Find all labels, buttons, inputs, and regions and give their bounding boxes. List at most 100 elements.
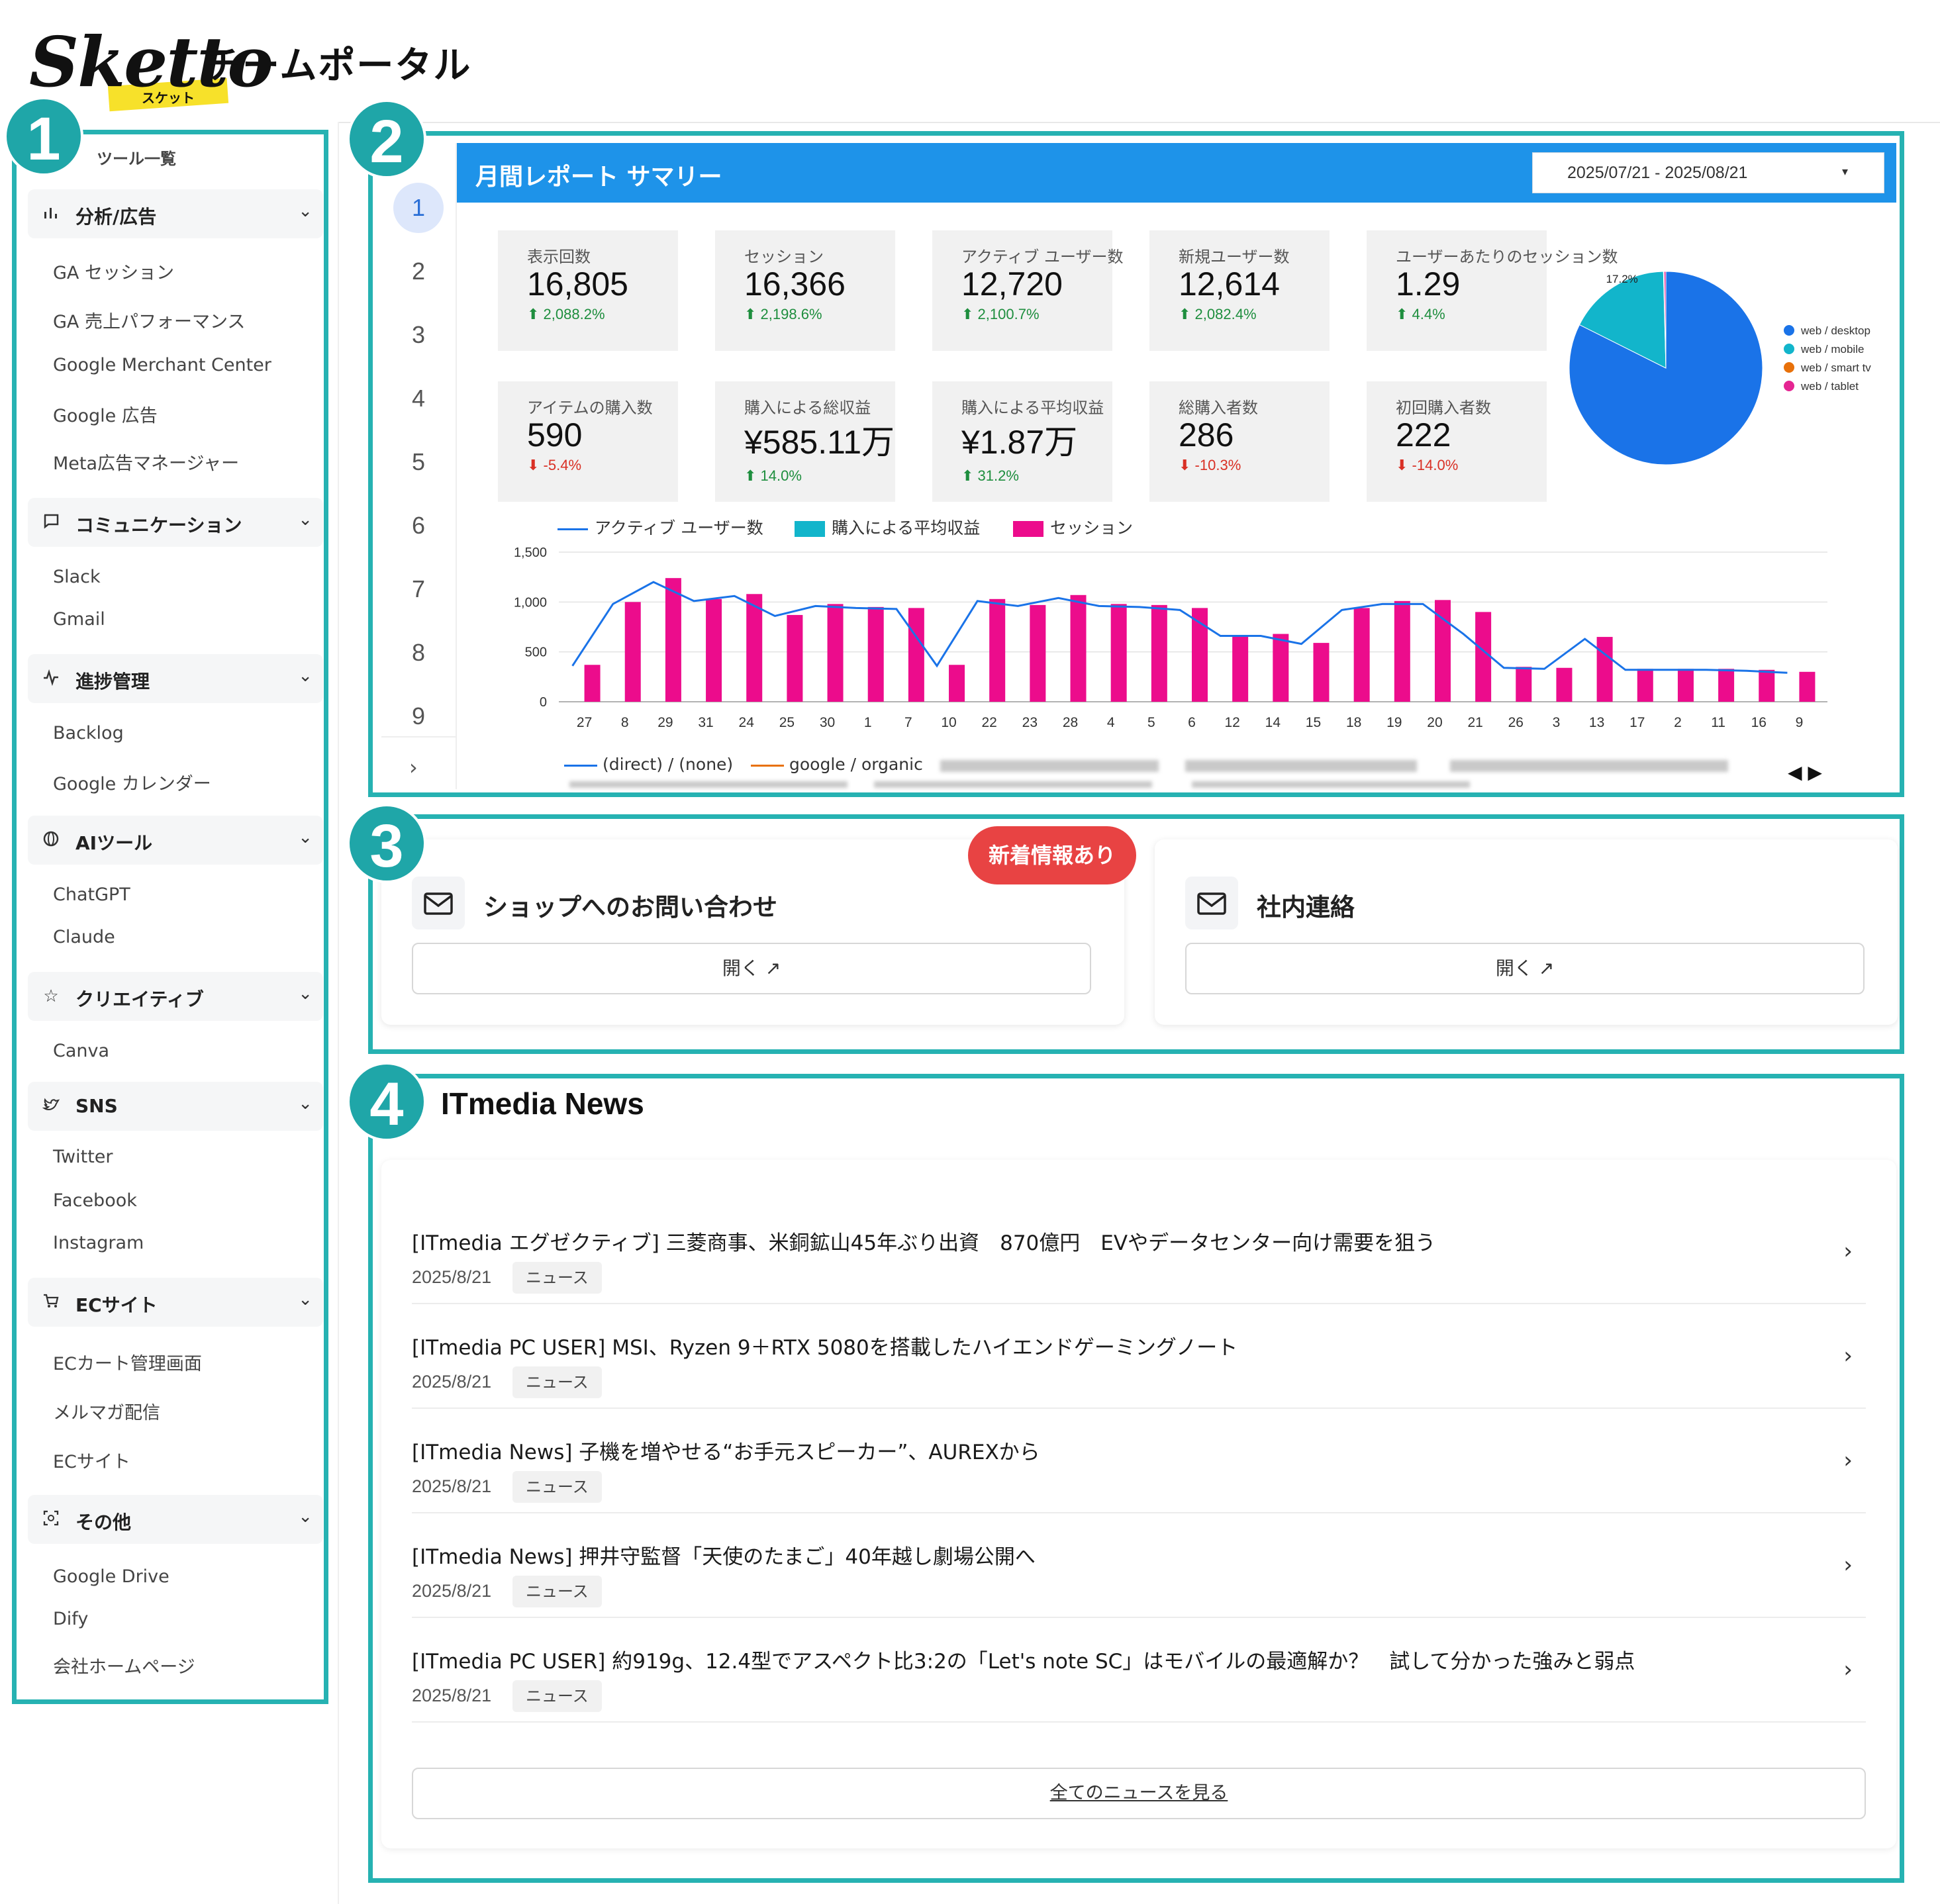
- x-tick-label: 28: [1063, 715, 1078, 730]
- sidebar-item-ga-session[interactable]: GA セッション: [53, 258, 174, 284]
- session-bar: [1151, 604, 1167, 702]
- sidebar-category-analytics[interactable]: 分析/広告 ⌄: [28, 189, 323, 238]
- news-headline[interactable]: [ITmedia News] 子機を増やせる“お手元スピーカー”、AUREXから: [412, 1435, 1040, 1465]
- x-tick-label: 3: [1553, 715, 1561, 730]
- sidebar-item-google-drive[interactable]: Google Drive: [53, 1566, 170, 1587]
- news-headline[interactable]: [ITmedia PC USER] 約919g、12.4型でアスペクト比3:2の…: [412, 1644, 1635, 1674]
- y-tick-label: 1,000: [514, 595, 547, 610]
- open-internal-contact-button[interactable]: 開く ↗: [1185, 943, 1865, 994]
- chevron-right-icon[interactable]: ›: [1843, 1656, 1853, 1683]
- bar-chart-icon: [41, 204, 61, 224]
- page-button-7[interactable]: 7: [393, 564, 444, 614]
- chat-bubble-icon: [41, 512, 61, 532]
- news-item[interactable]: [ITmedia News] 押井守監督「天使のたまご」40年越し劇場公開へ 2…: [412, 1513, 1866, 1618]
- kpi-tile: アイテムの購入数 590 ⬇ -5.4%: [498, 381, 678, 502]
- page-button-4[interactable]: 4: [393, 373, 444, 424]
- chevron-right-icon[interactable]: ›: [1843, 1238, 1853, 1264]
- news-headline[interactable]: [ITmedia News] 押井守監督「天使のたまご」40年越し劇場公開へ: [412, 1540, 1036, 1570]
- legend-next-arrow[interactable]: ◀ ▶: [1788, 761, 1822, 783]
- chevron-right-icon[interactable]: ›: [409, 755, 418, 780]
- sidebar-item-merchant-center[interactable]: Google Merchant Center: [53, 355, 271, 375]
- kpi-delta: ⬆ 2,198.6%: [744, 306, 822, 322]
- sidebar-item-ec-cart[interactable]: ECカート管理画面: [53, 1349, 202, 1375]
- page-button-1[interactable]: 1: [393, 183, 444, 233]
- x-tick-label: 21: [1467, 715, 1482, 730]
- kpi-value: 12,720: [961, 265, 1063, 303]
- pie-legend-item: web / desktop: [1784, 324, 1870, 338]
- kpi-delta: ⬇ -14.0%: [1396, 457, 1459, 473]
- date-range-picker[interactable]: 2025/07/21 - 2025/08/21 ▾: [1532, 152, 1884, 193]
- y-tick-label: 0: [540, 695, 547, 710]
- sidebar-category-ai-tools[interactable]: AIツール ⌄: [28, 816, 323, 865]
- chevron-right-icon[interactable]: ›: [1843, 1552, 1853, 1578]
- kpi-delta: ⬆ 2,088.2%: [527, 306, 605, 322]
- kpi-value: ¥1.87万: [961, 424, 1078, 461]
- session-bar: [1637, 669, 1653, 702]
- sidebar-category-other[interactable]: その他 ⌄: [28, 1495, 323, 1544]
- session-bar: [624, 602, 641, 702]
- sidebar-category-communication[interactable]: コミュニケーション ⌄: [28, 498, 323, 547]
- page-button-6[interactable]: 6: [393, 500, 444, 551]
- sidebar-item-google-calendar[interactable]: Google カレンダー: [53, 769, 211, 795]
- news-date: 2025/8/21: [412, 1476, 492, 1496]
- news-item[interactable]: [ITmedia News] 子機を増やせる“お手元スピーカー”、AUREXから…: [412, 1409, 1866, 1513]
- blurred-legend: [569, 781, 848, 788]
- sketto-logo[interactable]: Sketto スケット: [29, 19, 273, 112]
- mail-icon: [1185, 877, 1238, 929]
- x-tick-label: 4: [1107, 715, 1115, 730]
- chevron-down-icon: ⌄: [298, 1507, 313, 1527]
- news-item[interactable]: [ITmedia エグゼクティブ] 三菱商事、米銅鉱山45年ぶり出資 870億円…: [412, 1200, 1866, 1304]
- chevron-right-icon[interactable]: ›: [1843, 1343, 1853, 1369]
- kpi-value: 1.29: [1396, 265, 1461, 303]
- pie-slice-label: 17.2%: [1606, 273, 1638, 285]
- page-button-2[interactable]: 2: [393, 246, 444, 297]
- sidebar-category-ec-site[interactable]: ECサイト ⌄: [28, 1278, 323, 1327]
- sidebar-item-facebook[interactable]: Facebook: [53, 1190, 137, 1211]
- sidebar-item-chatgpt[interactable]: ChatGPT: [53, 884, 130, 905]
- session-bar: [1273, 634, 1289, 702]
- page-button-5[interactable]: 5: [393, 437, 444, 487]
- news-item[interactable]: [ITmedia PC USER] 約919g、12.4型でアスペクト比3:2の…: [412, 1618, 1866, 1723]
- card-title: 社内連絡: [1257, 893, 1355, 922]
- legend-dot: [1784, 381, 1794, 391]
- sidebar-item-claude[interactable]: Claude: [53, 927, 115, 947]
- sidebar-item-backlog[interactable]: Backlog: [53, 723, 124, 743]
- sidebar-category-creative[interactable]: ☆ クリエイティブ ⌄: [28, 972, 323, 1021]
- sidebar-item-ec-site[interactable]: ECサイト: [53, 1447, 130, 1473]
- caret-down-icon: ▾: [1841, 165, 1848, 179]
- x-tick-label: 12: [1224, 715, 1239, 730]
- ai-icon: [41, 830, 61, 850]
- session-bar: [1030, 604, 1046, 702]
- sidebar-title: ツール一覧: [97, 150, 176, 168]
- pie-legend-item: web / tablet: [1784, 380, 1859, 393]
- session-bar: [584, 665, 601, 702]
- news-tag: ニュース: [512, 1471, 602, 1503]
- page-button-9[interactable]: 9: [393, 691, 444, 741]
- x-tick-label: 5: [1147, 715, 1155, 730]
- sidebar-category-progress[interactable]: 進捗管理 ⌄: [28, 654, 323, 703]
- x-tick-label: 26: [1508, 715, 1524, 730]
- sidebar-item-canva[interactable]: Canva: [53, 1041, 109, 1061]
- news-headline[interactable]: [ITmedia PC USER] MSI、Ryzen 9＋RTX 5080を搭…: [412, 1331, 1237, 1360]
- sidebar-item-google-ads[interactable]: Google 広告: [53, 401, 158, 427]
- sidebar-category-sns[interactable]: SNS ⌄: [28, 1082, 323, 1131]
- sidebar-item-dify[interactable]: Dify: [53, 1609, 88, 1629]
- page-button-3[interactable]: 3: [393, 310, 444, 360]
- category-label: SNS: [75, 1095, 118, 1117]
- sidebar-item-ga-sales[interactable]: GA 売上パフォーマンス: [53, 307, 245, 333]
- sidebar-item-newsletter[interactable]: メルマガ配信: [53, 1398, 160, 1424]
- sidebar-item-company-homepage[interactable]: 会社ホームページ: [53, 1652, 195, 1678]
- sidebar-item-gmail[interactable]: Gmail: [53, 609, 105, 630]
- chevron-right-icon[interactable]: ›: [1843, 1447, 1853, 1474]
- view-all-news-button[interactable]: 全てのニュースを見る: [412, 1768, 1866, 1819]
- page-button-8[interactable]: 8: [393, 628, 444, 678]
- chevron-down-icon: ⌄: [298, 984, 313, 1004]
- sidebar-item-slack[interactable]: Slack: [53, 567, 101, 587]
- news-item[interactable]: [ITmedia PC USER] MSI、Ryzen 9＋RTX 5080を搭…: [412, 1304, 1866, 1409]
- open-shop-inquiry-button[interactable]: 開く ↗: [412, 943, 1091, 994]
- kpi-label: 購入による総収益: [744, 399, 871, 417]
- sidebar-item-instagram[interactable]: Instagram: [53, 1233, 144, 1253]
- news-headline[interactable]: [ITmedia エグゼクティブ] 三菱商事、米銅鉱山45年ぶり出資 870億円…: [412, 1226, 1435, 1256]
- sidebar-item-meta-ads[interactable]: Meta広告マネージャー: [53, 449, 239, 475]
- sidebar-item-twitter[interactable]: Twitter: [53, 1147, 113, 1167]
